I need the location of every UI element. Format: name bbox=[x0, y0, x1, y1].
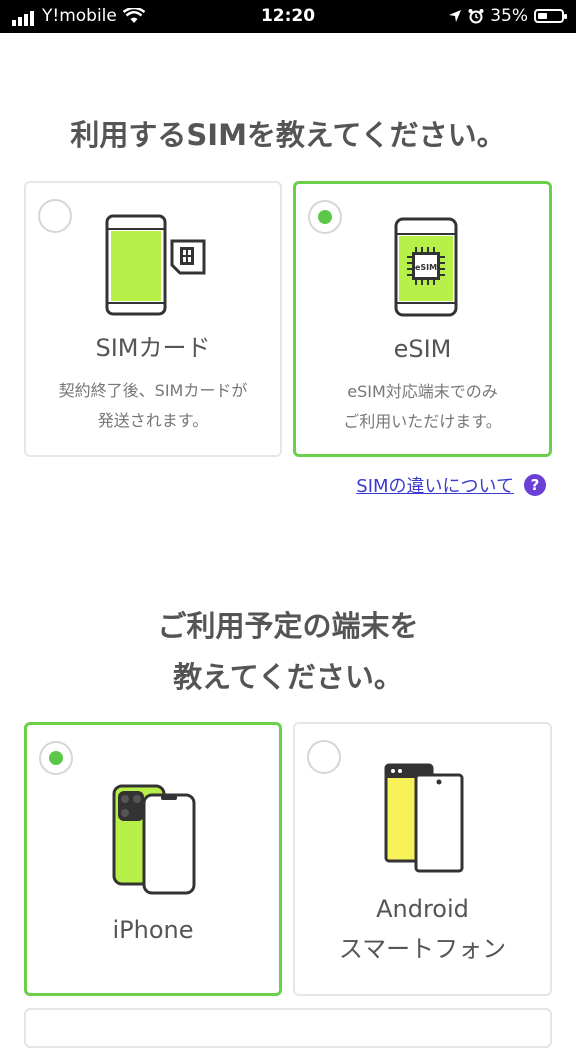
sim-difference-row: SIMの違いについて ? bbox=[356, 472, 546, 498]
sim-card-desc-1: 契約終了後、SIMカードが bbox=[58, 381, 248, 400]
iphone-radio[interactable] bbox=[39, 741, 73, 775]
device-section-title-2: 教えてください。 bbox=[173, 660, 403, 694]
android-radio[interactable] bbox=[307, 740, 341, 774]
sim-card-desc-2: 発送されます。 bbox=[97, 411, 209, 430]
battery-percent: 35% bbox=[490, 6, 528, 26]
help-icon[interactable]: ? bbox=[524, 474, 546, 496]
esim-option[interactable]: eSIM eSIM eSIM対応端末でのみ ご利用いただけます。 bbox=[293, 181, 552, 457]
android-option[interactable]: Android スマートフォン bbox=[293, 722, 552, 996]
android-phone-icon bbox=[384, 763, 464, 873]
esim-phone-icon: eSIM bbox=[394, 217, 458, 317]
sim-card-radio[interactable] bbox=[38, 199, 72, 233]
esim-chip-label: eSIM bbox=[415, 263, 437, 272]
iphone-option[interactable]: iPhone bbox=[24, 722, 282, 996]
iphone-title: iPhone bbox=[112, 916, 194, 944]
location-arrow-icon bbox=[449, 10, 462, 22]
esim-radio[interactable] bbox=[308, 200, 342, 234]
sim-difference-link[interactable]: SIMの違いについて bbox=[356, 472, 514, 498]
esim-title: eSIM bbox=[393, 335, 452, 363]
next-option-card[interactable] bbox=[24, 1008, 552, 1048]
alarm-icon bbox=[468, 9, 484, 24]
sim-card-phone-icon bbox=[105, 214, 206, 316]
sim-card-option[interactable]: SIMカード 契約終了後、SIMカードが 発送されます。 bbox=[24, 181, 282, 457]
sim-card-title: SIMカード bbox=[95, 334, 211, 362]
android-title-1: Android bbox=[376, 895, 469, 923]
device-section-title-1: ご利用予定の端末を bbox=[157, 609, 419, 643]
status-bar: Y!mobile 12:20 35% bbox=[0, 0, 576, 33]
esim-desc-1: eSIM対応端末でのみ bbox=[347, 382, 498, 401]
status-right: 35% bbox=[448, 6, 567, 26]
esim-desc-2: ご利用いただけます。 bbox=[343, 412, 502, 431]
battery-icon bbox=[534, 9, 567, 23]
sim-section-title: 利用するSIMを教えてください。 bbox=[70, 118, 506, 152]
iphone-icon bbox=[112, 784, 196, 895]
android-title-2: スマートフォン bbox=[338, 935, 507, 963]
